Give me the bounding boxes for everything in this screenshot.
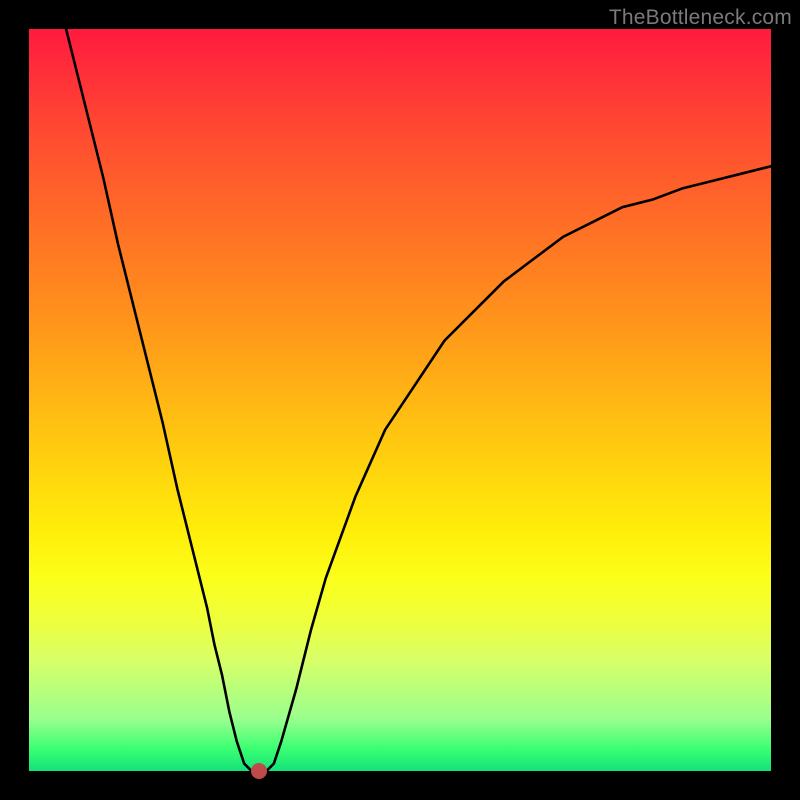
chart-stage: TheBottleneck.com — [0, 0, 800, 800]
chart-plot-area — [29, 29, 771, 771]
bottleneck-curve — [29, 29, 771, 771]
watermark-text: TheBottleneck.com — [609, 6, 792, 30]
optimal-point-marker — [251, 763, 267, 779]
